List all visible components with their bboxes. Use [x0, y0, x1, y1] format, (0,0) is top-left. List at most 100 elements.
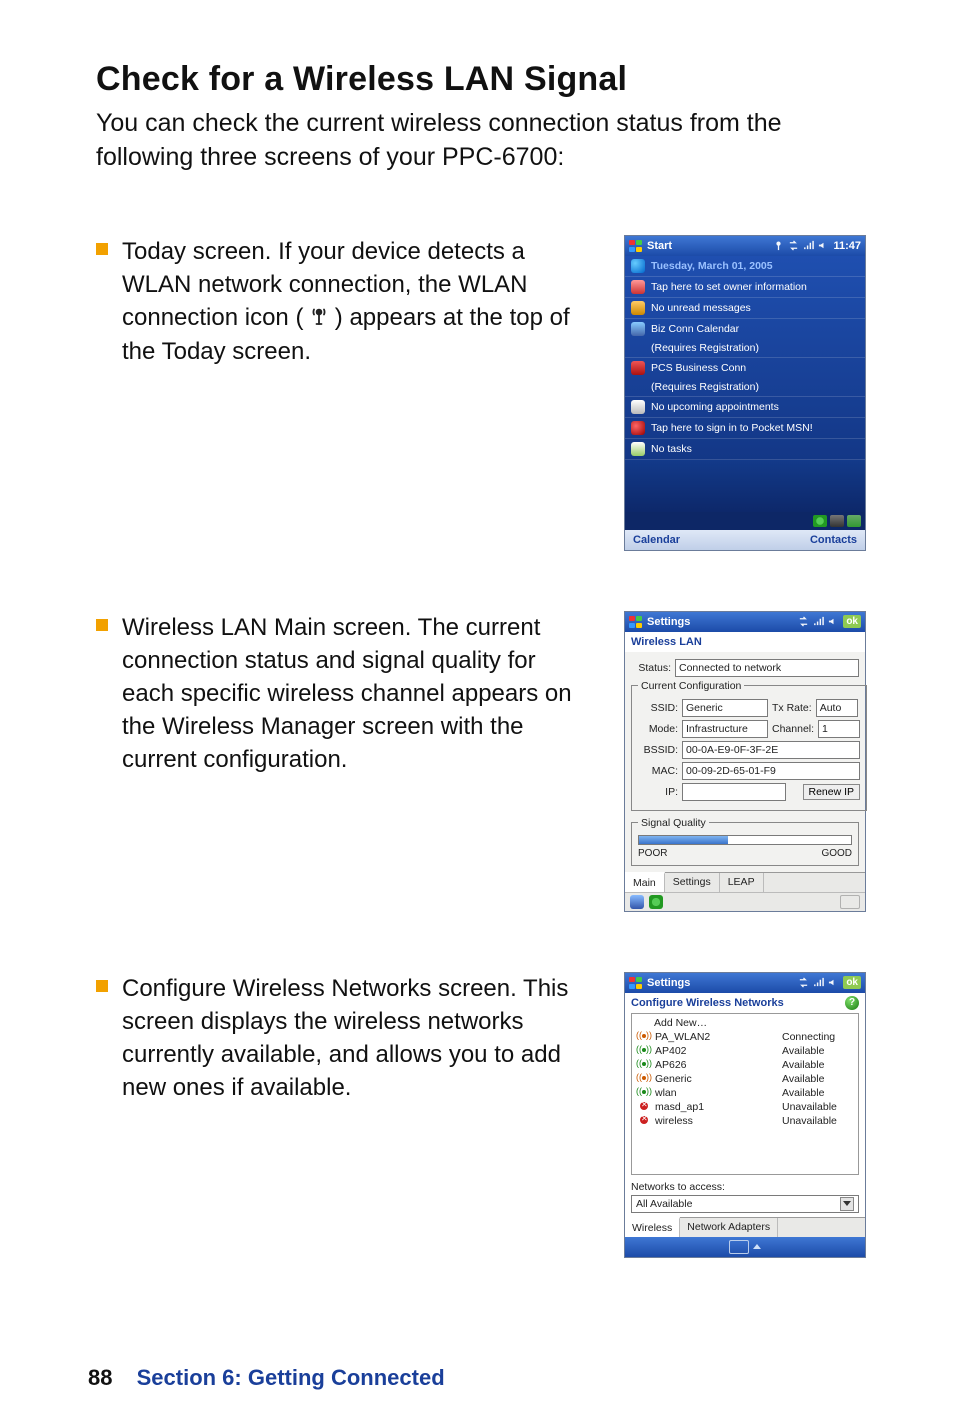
mode-label: Mode: [638, 723, 678, 735]
channel-label: Channel: [772, 723, 814, 735]
current-config-legend: Current Configuration [638, 680, 744, 692]
chevron-down-icon [840, 1197, 854, 1211]
page-intro: You can check the current wireless conne… [96, 107, 866, 175]
network-wave-icon [638, 1074, 650, 1084]
add-new-label: Add New… [654, 1017, 707, 1029]
network-name: AP626 [655, 1059, 777, 1071]
bullet-icon [96, 980, 108, 992]
signal-icon[interactable] [813, 977, 824, 988]
mail-row[interactable]: No unread messages [651, 302, 751, 314]
network-row[interactable]: AP402Available [632, 1044, 858, 1058]
tab-leap[interactable]: LEAP [720, 873, 764, 892]
windows-flag-icon [629, 239, 643, 253]
appt-row[interactable]: No upcoming appointments [651, 401, 779, 413]
screenshot-today-screen: Start 11:47 Tuesday, March 01, 2005 Tap … [624, 235, 866, 551]
network-row[interactable]: wirelessUnavailable [632, 1114, 858, 1128]
network-wave-icon [638, 1032, 650, 1042]
screenshot-wireless-lan: Settings ok Wireless LAN Status: Connect… [624, 611, 866, 912]
ok-button[interactable]: ok [843, 615, 861, 628]
network-row[interactable]: masd_ap1 Unavailable [632, 1100, 858, 1114]
today-title[interactable]: Start [647, 240, 672, 252]
bullet-2-text: Wireless LAN Main screen. The current co… [122, 611, 584, 777]
calendar-icon [631, 400, 645, 414]
wlan-antenna-icon [310, 302, 328, 335]
biz-row-sub: (Requires Registration) [631, 342, 859, 354]
network-row[interactable]: PA_WLAN2 Connecting [632, 1030, 858, 1044]
bullet-icon [96, 243, 108, 255]
speaker-icon[interactable] [828, 977, 839, 988]
network-row[interactable]: Generic Available [632, 1072, 858, 1086]
today-date[interactable]: Tuesday, March 01, 2005 [651, 260, 773, 272]
sync-icon[interactable] [798, 977, 809, 988]
bullet-3-text: Configure Wireless Networks screen. This… [122, 972, 584, 1104]
network-wave-icon [638, 1046, 650, 1056]
tray-icon[interactable] [847, 515, 861, 527]
network-name: masd_ap1 [655, 1101, 777, 1113]
txrate-label: Tx Rate: [772, 702, 812, 714]
network-status: Unavailable [782, 1101, 852, 1113]
bssid-label: BSSID: [638, 744, 678, 756]
speaker-icon[interactable] [818, 240, 829, 251]
network-name: AP402 [655, 1045, 777, 1057]
help-icon[interactable]: ? [845, 996, 859, 1010]
tab-main[interactable]: Main [625, 872, 665, 892]
network-unavailable-icon [638, 1102, 650, 1112]
network-name: PA_WLAN2 [655, 1031, 777, 1043]
renew-ip-button[interactable]: Renew IP [803, 784, 861, 800]
networks-access-value: All Available [636, 1198, 692, 1210]
owner-icon [631, 280, 645, 294]
softkey-contacts[interactable]: Contacts [810, 534, 857, 546]
tray-icon[interactable] [649, 895, 663, 909]
pcs-row[interactable]: PCS Business Conn [651, 362, 746, 374]
speaker-icon[interactable] [828, 616, 839, 627]
settings-title[interactable]: Settings [647, 977, 690, 989]
tab-settings[interactable]: Settings [665, 873, 720, 892]
signal-icon[interactable] [813, 616, 824, 627]
softkey-calendar[interactable]: Calendar [633, 534, 680, 546]
tasks-icon [631, 442, 645, 456]
ssid-field[interactable]: Generic [682, 699, 768, 717]
network-name: Generic [655, 1073, 777, 1085]
tray-icon[interactable] [830, 515, 844, 527]
date-icon [631, 259, 645, 273]
network-status: Available [782, 1059, 852, 1071]
msn-row[interactable]: Tap here to sign in to Pocket MSN! [651, 422, 813, 434]
configure-subhead: Configure Wireless Networks [631, 997, 845, 1009]
clock-text[interactable]: 11:47 [833, 240, 861, 252]
status-field: Connected to network [675, 659, 859, 677]
today-titlebar: Start 11:47 [625, 236, 865, 256]
networks-access-dropdown[interactable]: All Available [631, 1195, 859, 1213]
txrate-field: Auto [816, 699, 858, 717]
owner-row[interactable]: Tap here to set owner information [651, 281, 807, 293]
biz-row[interactable]: Biz Conn Calendar [651, 323, 739, 335]
page-heading: Check for a Wireless LAN Signal [96, 60, 866, 99]
tab-wireless[interactable]: Wireless [625, 1217, 680, 1237]
network-row[interactable]: wlanAvailable [632, 1086, 858, 1100]
tray-icon[interactable] [813, 515, 827, 527]
wlan-status-icon[interactable] [773, 240, 784, 251]
tasks-row[interactable]: No tasks [651, 443, 692, 455]
tab-network-adapters[interactable]: Network Adapters [680, 1218, 778, 1237]
network-name: wlan [655, 1087, 777, 1099]
network-status: Connecting [782, 1031, 852, 1043]
page-number: 88 [88, 1365, 112, 1390]
settings-title[interactable]: Settings [647, 616, 690, 628]
ok-button[interactable]: ok [843, 976, 861, 989]
bullet-1-text: Today screen. If your device detects a W… [122, 235, 584, 369]
signal-icon[interactable] [803, 240, 814, 251]
network-row[interactable]: AP626 Available [632, 1058, 858, 1072]
keyboard-icon[interactable] [840, 895, 860, 909]
add-new-row[interactable]: Add New… [632, 1016, 858, 1030]
system-tray [625, 512, 865, 530]
network-wave-icon [638, 1060, 650, 1070]
network-status: Available [782, 1073, 852, 1085]
tray-icon[interactable] [630, 895, 644, 909]
network-unavailable-icon [638, 1116, 650, 1126]
sync-icon[interactable] [798, 616, 809, 627]
msn-icon [631, 421, 645, 435]
network-list[interactable]: Add New… PA_WLAN2ConnectingAP402Availabl… [631, 1013, 859, 1175]
windows-flag-icon [629, 976, 643, 990]
channel-field: 1 [818, 720, 860, 738]
sync-icon[interactable] [788, 240, 799, 251]
sip-bar[interactable] [625, 1237, 865, 1257]
